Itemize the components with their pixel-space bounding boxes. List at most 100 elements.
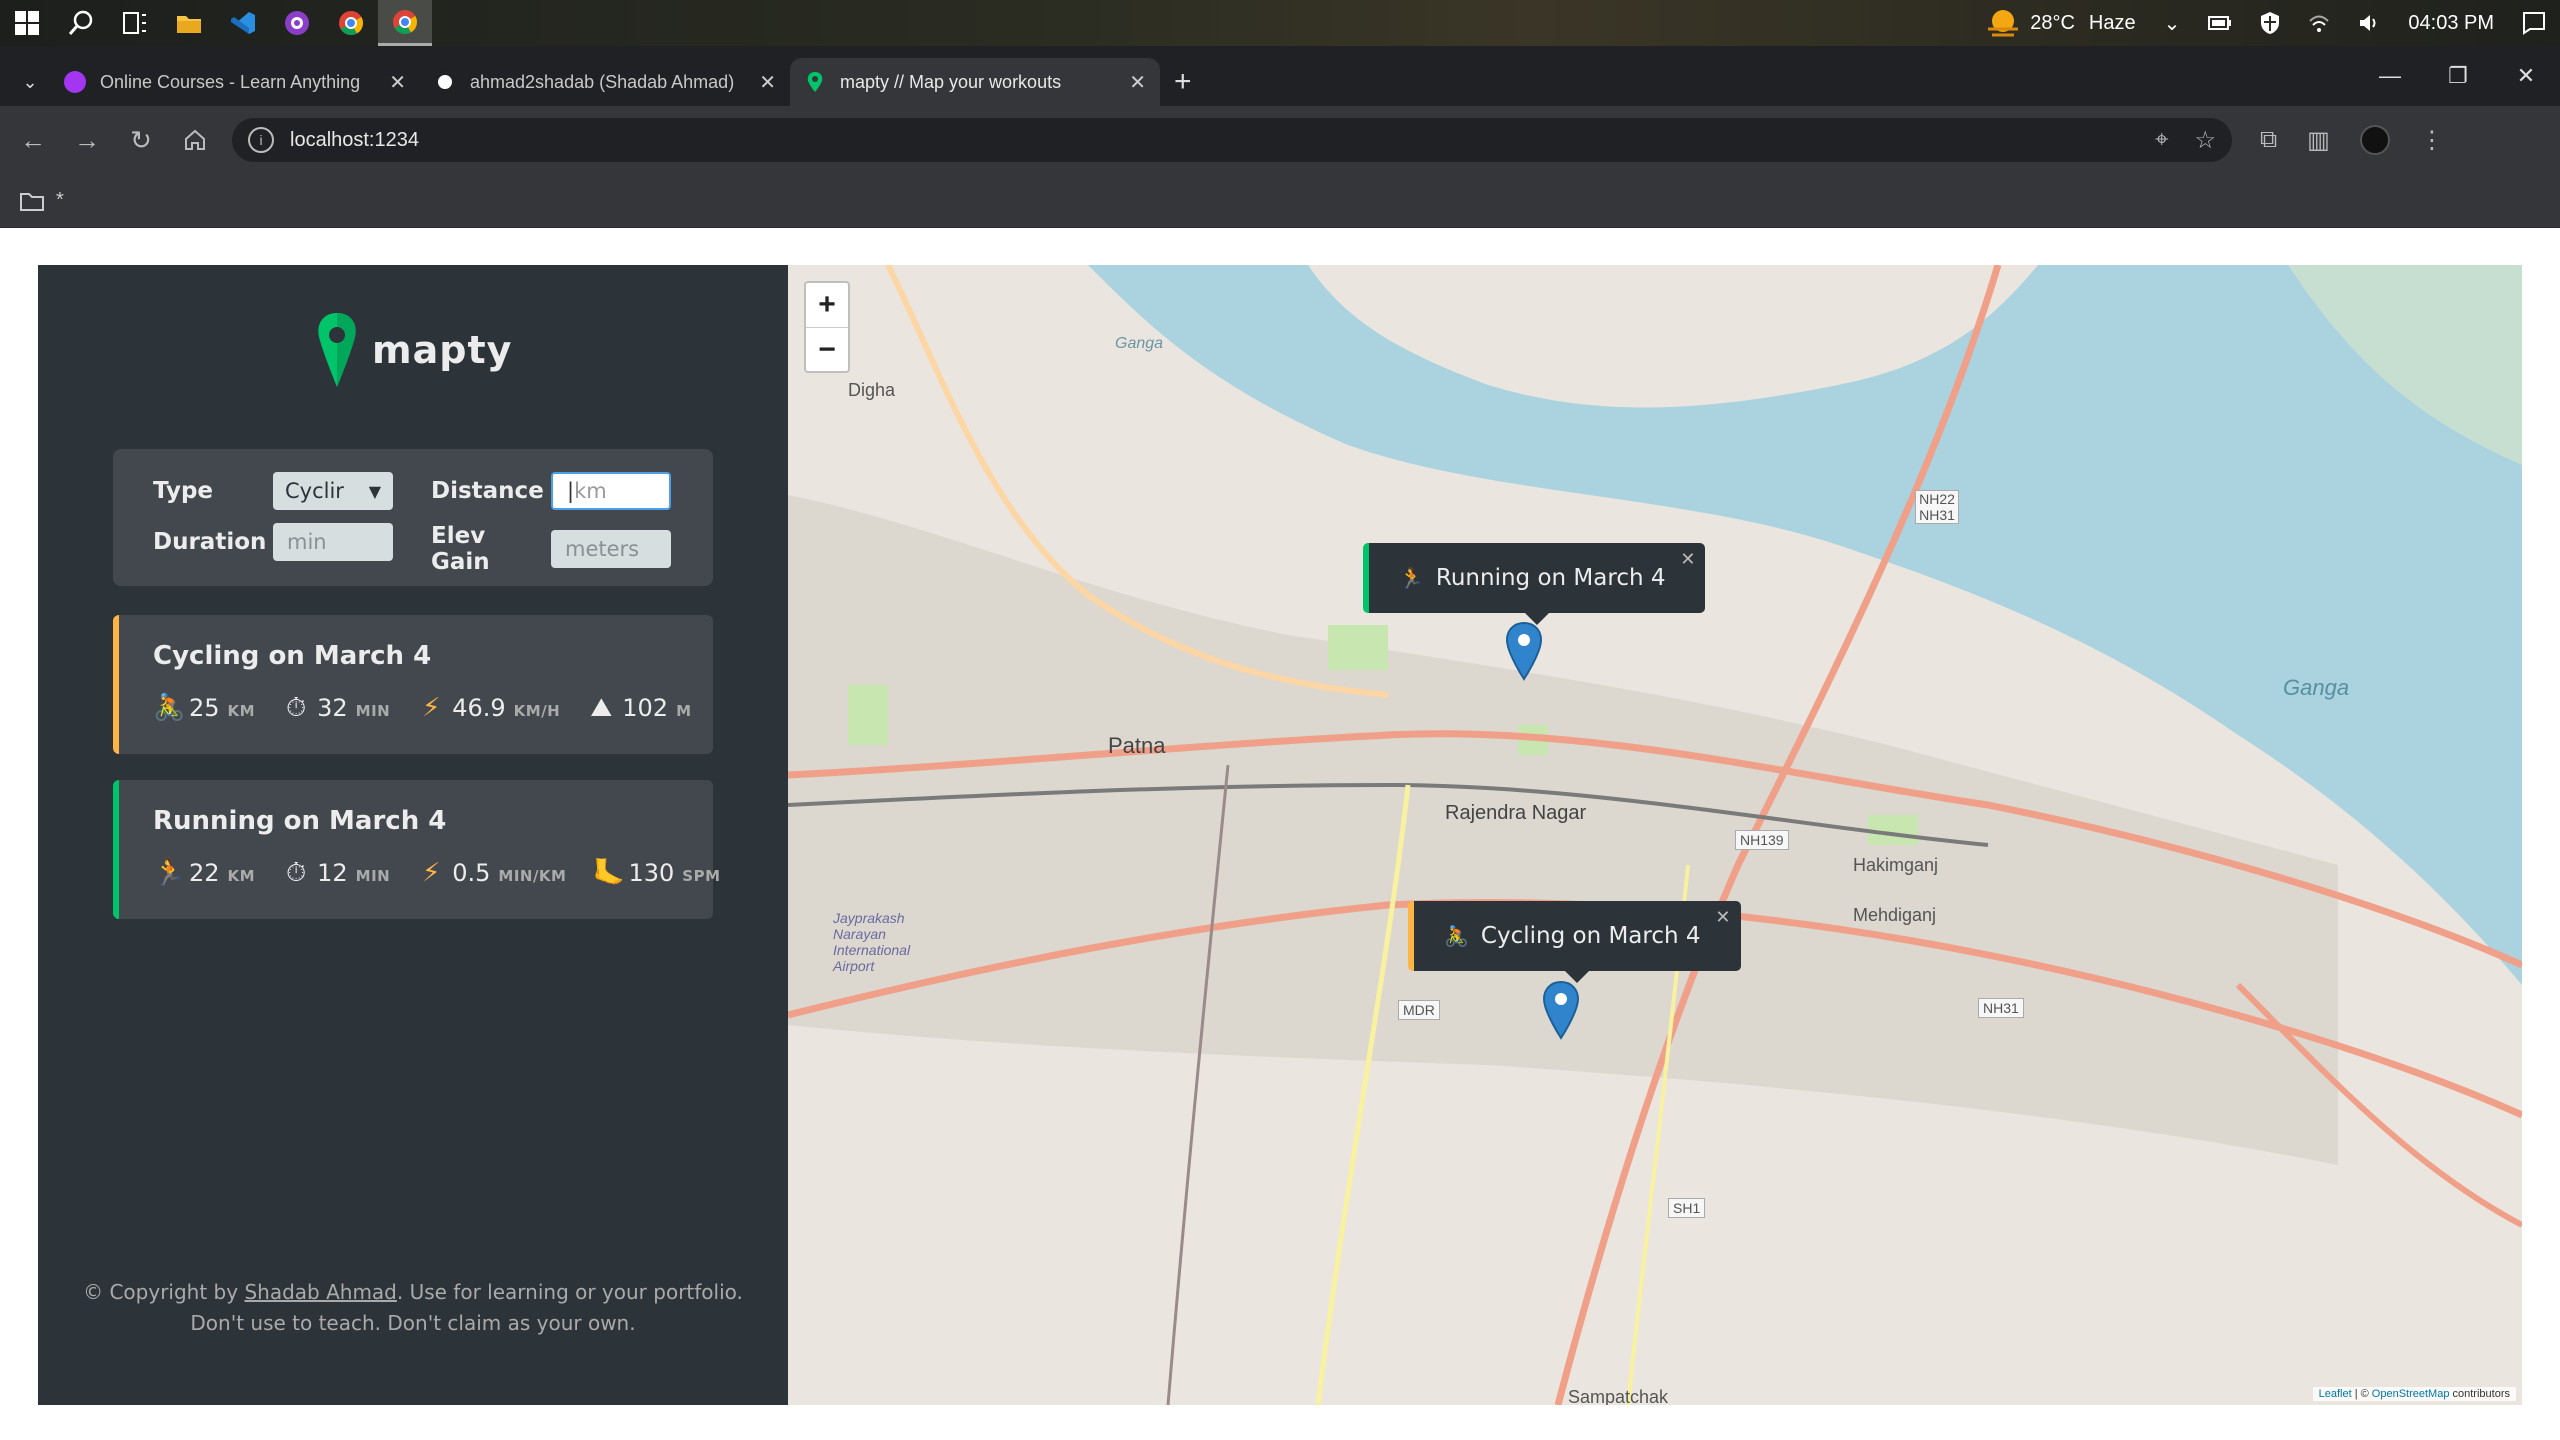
wifi-indicator[interactable] [2308,13,2330,33]
folder-icon [177,16,201,33]
minimize-button[interactable]: — [2356,63,2424,89]
extensions-icon[interactable]: ⧉ [2260,126,2277,154]
stat-unit: KM/H [513,702,561,720]
github-desktop-button[interactable] [270,0,324,46]
tab-udemy[interactable]: Online Courses - Learn Anything ✕ [50,58,420,106]
map-pin-icon [807,72,823,92]
distance-input[interactable]: | km [551,472,671,510]
stat-value: 12 [317,859,348,887]
osm-link[interactable]: OpenStreetMap [2372,1388,2450,1400]
copyright-line2: Don't use to teach. Don't claim as your … [190,1311,636,1335]
arrow-left-icon: ← [20,124,46,155]
type-select-value: Cyclir [285,479,344,503]
task-view-button[interactable] [108,0,162,46]
elevation-stat: ⛰ 102 M [586,693,691,724]
stat-unit: SPM [682,867,721,885]
bookmark-folder-label[interactable]: * [56,189,64,212]
map-marker-running[interactable] [1504,621,1544,681]
copyright-suffix: . Use for learning or your portfolio. [396,1280,743,1304]
leaflet-link[interactable]: Leaflet [2319,1388,2352,1400]
zoom-controls: + − [804,281,850,373]
volume-indicator[interactable] [2358,13,2380,33]
reload-button[interactable]: ↻ [114,113,168,167]
chevron-down-icon: ⌄ [2163,12,2181,35]
map-marker-cycling[interactable] [1541,980,1581,1040]
side-panel-icon[interactable]: ▥ [2307,126,2330,155]
weather-desc: Haze [2088,11,2136,34]
close-icon[interactable]: ✕ [1129,70,1146,95]
restore-button[interactable]: ❐ [2424,63,2492,89]
lightning-icon: ⚡ [422,693,441,723]
close-icon[interactable]: ✕ [1715,907,1730,928]
workout-title: Running on March 4 [153,806,447,836]
author-link[interactable]: Shadab Ahmad [244,1280,396,1304]
windows-taskbar: 28°C Haze ⌄ 04:03 PM [0,0,2560,46]
map-label-patna: Patna [1108,733,1166,758]
stat-unit: MIN/KM [498,867,567,885]
popup-cycling[interactable]: 🚴 Cycling on March 4 ✕ [1408,901,1741,983]
duration-placeholder: min [287,530,327,554]
distance-placeholder: km [574,479,607,503]
type-label: Type [153,478,214,504]
weather-widget[interactable]: 28°C Haze [1986,8,2136,38]
close-icon[interactable]: ✕ [1680,549,1695,570]
workout-title: Cycling on March 4 [153,641,432,671]
forward-button[interactable]: → [60,113,114,167]
star-icon[interactable]: ☆ [2194,126,2216,155]
avatar[interactable] [2359,125,2390,155]
chrome-button[interactable] [324,0,378,46]
type-select[interactable]: Cyclir ▼ [273,472,393,510]
tab-search-button[interactable]: ⌄ [10,58,50,106]
window-controls: — ❐ ✕ [2356,46,2560,106]
address-bar[interactable]: i localhost:1234 ⌖ ☆ [232,118,2232,162]
map-label-mehdiganj: Mehdiganj [1853,905,1937,925]
stat-value: 0.5 [452,859,491,887]
close-window-button[interactable]: ✕ [2492,63,2560,89]
map-label-nh22: NH22 NH31 [1915,490,1959,524]
security-indicator[interactable] [2260,11,2280,35]
elev-gain-input[interactable]: meters [551,530,671,568]
duration-stat: ⏱ 32 MIN [281,693,390,724]
notifications-button[interactable] [2522,11,2546,35]
site-info-icon[interactable]: i [248,127,274,153]
map-label-nh31: NH31 [1978,998,2024,1018]
close-icon[interactable]: ✕ [389,70,406,95]
windows-icon [15,11,39,35]
zoom-out-button[interactable]: − [806,327,848,371]
clock[interactable]: 04:03 PM [2408,12,2494,35]
elev-gain-label: Elev Gain [431,523,490,575]
taskbar-search-button[interactable] [54,0,108,46]
file-explorer-button[interactable] [162,0,216,46]
workout-item-running[interactable]: Running on March 4 🏃 22 KM ⏱ 12 MIN ⚡ 0.5 MIN/… [113,780,720,919]
distance-stat: 🏃 22 KM [153,858,255,888]
menu-icon[interactable]: ⋮ [2420,126,2444,155]
workout-form: Type Cyclir ▼ Distance |km Duration min [113,449,713,586]
popup-running[interactable]: 🏃 Running on March 4 ✕ [1363,543,1706,625]
map-label-nh139: NH139 [1735,830,1789,850]
duration-input[interactable]: min [273,523,393,561]
workout-item-cycling[interactable]: Cycling on March 4 🚴 25 KM ⏱ 32 MIN ⚡ 46.9 KM/… [113,615,713,754]
close-icon[interactable]: ✕ [759,70,776,95]
battery-indicator[interactable] [2208,16,2232,30]
clock-time: 04:03 PM [2408,11,2494,34]
vscode-button[interactable] [216,0,270,46]
elev-gain-placeholder: meters [565,537,640,561]
stat-value: 22 [189,859,220,887]
tray-expand-button[interactable]: ⌄ [2164,11,2181,36]
wifi-icon [2309,15,2330,32]
chrome-active-button[interactable] [378,0,432,46]
back-button[interactable]: ← [6,113,60,167]
chevron-down-icon: ▼ [368,481,381,501]
location-icon[interactable]: ⌖ [2155,126,2169,155]
tab-mapty[interactable]: mapty // Map your workouts ✕ [790,58,1160,106]
home-button[interactable] [168,113,222,167]
browser-toolbar: ← → ↻ i localhost:1234 ⌖ ☆ ⧉ ▥ ⋮ [0,106,2560,174]
reload-icon: ↻ [130,124,152,155]
tab-github[interactable]: ahmad2shadab (Shadab Ahmad) ✕ [420,58,790,106]
arrow-right-icon: → [74,124,100,155]
zoom-in-button[interactable]: + [806,283,848,327]
tab-title: ahmad2shadab (Shadab Ahmad) [470,71,735,92]
start-button[interactable] [0,0,54,46]
map-view[interactable]: Patna Rajendra Nagar Ganga Ganga Digha H… [788,265,2522,1405]
new-tab-button[interactable]: + [1160,58,1206,106]
